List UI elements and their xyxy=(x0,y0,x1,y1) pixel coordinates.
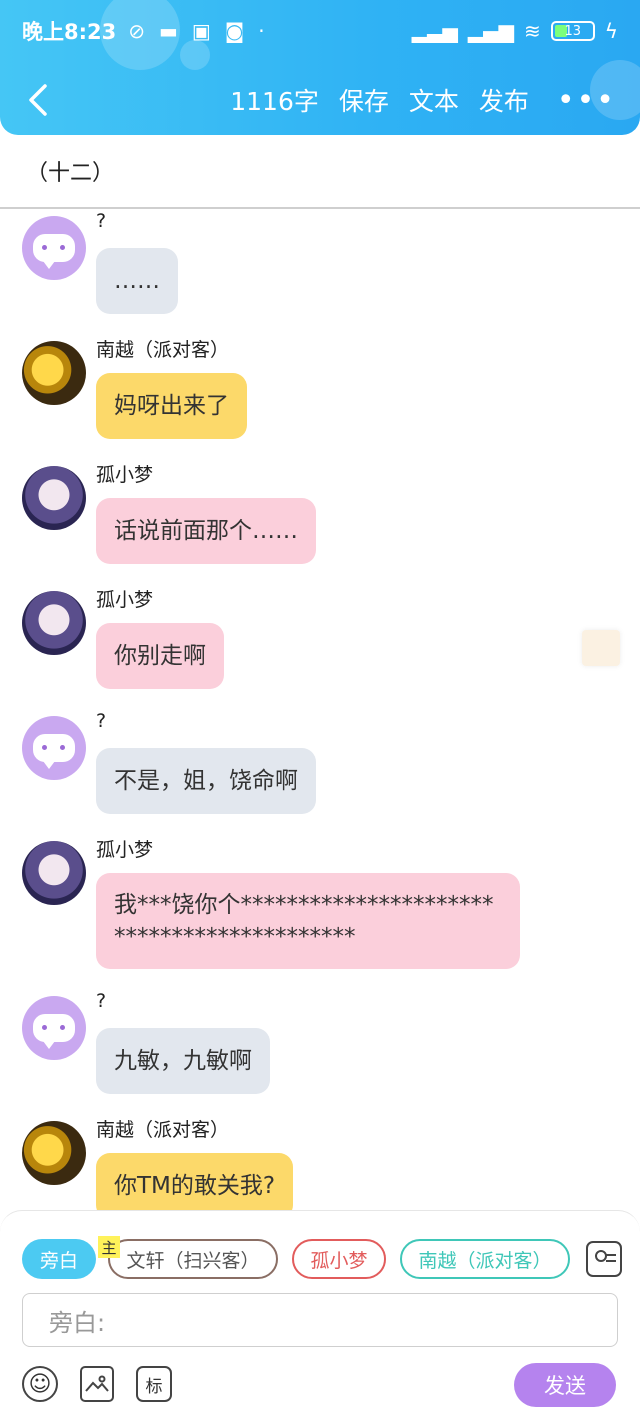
avatar[interactable] xyxy=(22,716,86,780)
top-toolbar: 1116字 保存 文本 发布 ••• xyxy=(0,78,640,122)
emoji-icon[interactable]: ☺ xyxy=(22,1366,58,1402)
message-bubble[interactable]: 九敏，九敏啊 xyxy=(96,1028,270,1094)
status-bar: 晚上8:23 ⊘ ▬ ▣ ◙ · ▂▃▅ ▂▄▆ ≋ 13 ϟ xyxy=(22,14,618,48)
avatar[interactable] xyxy=(22,341,86,405)
avatar[interactable] xyxy=(22,1121,86,1185)
role-chip-nanyue[interactable]: 南越（派对客） xyxy=(400,1239,570,1279)
sender-name: 南越（派对客） xyxy=(96,1119,230,1141)
sender-name: ? xyxy=(96,990,107,1012)
message-bubble[interactable]: 妈呀出来了 xyxy=(96,373,247,439)
dot-icon: · xyxy=(258,19,265,43)
gallery-icon: ▣ xyxy=(191,19,211,43)
sender-name: 孤小梦 xyxy=(96,589,154,611)
message-bubble[interactable]: 话说前面那个…… xyxy=(96,498,316,564)
role-chip-guxiaomeng[interactable]: 孤小梦 xyxy=(292,1239,386,1279)
avatar[interactable] xyxy=(22,841,86,905)
message-bubble[interactable]: 我***饶你个*********************************… xyxy=(96,873,520,970)
notification-icon: ▬ xyxy=(159,19,178,43)
message-list: ? …… 南越（派对客） 妈呀出来了 孤小梦 话说前面那个…… 孤小梦 你别走啊… xyxy=(0,210,640,1210)
word-count: 1116字 xyxy=(230,87,319,116)
sender-name: ? xyxy=(96,210,107,232)
signal-icon: ▂▃▅ xyxy=(411,19,458,43)
message-bubble[interactable]: 你TM的敢关我? xyxy=(96,1153,294,1210)
send-button[interactable]: 发送 xyxy=(514,1363,616,1407)
battery-icon: 13 xyxy=(550,21,595,41)
composer-tools: ☺ 标 xyxy=(22,1366,172,1402)
publish-button[interactable]: 发布 xyxy=(479,82,529,118)
signal-hd-icon: ▂▄▆ xyxy=(467,19,515,43)
status-time: 晚上8:23 xyxy=(22,20,117,44)
floating-widget[interactable] xyxy=(582,630,620,666)
charging-icon: ϟ xyxy=(604,19,618,43)
mute-icon: ⊘ xyxy=(128,19,145,43)
message-input[interactable]: 旁白: xyxy=(22,1293,618,1347)
composer-panel: 旁白 文轩（扫兴客） 孤小梦 南越（派对客） 旁白: ☺ 标 发送 xyxy=(0,1210,640,1423)
message-bubble[interactable]: 你别走啊 xyxy=(96,623,224,689)
sender-name: 孤小梦 xyxy=(96,464,154,486)
app-header: 晚上8:23 ⊘ ▬ ▣ ◙ · ▂▃▅ ▂▄▆ ≋ 13 ϟ 1116字 保存… xyxy=(0,0,640,135)
back-button[interactable] xyxy=(20,78,56,122)
message-bubble[interactable]: 不是，姐，饶命啊 xyxy=(96,748,316,814)
tag-button[interactable]: 标 xyxy=(136,1366,172,1402)
main-role-badge: 主 xyxy=(98,1236,120,1258)
role-chip-wenxuan[interactable]: 文轩（扫兴客） xyxy=(108,1239,278,1279)
chapter-title[interactable]: （十二） xyxy=(0,135,640,209)
chevron-left-icon xyxy=(29,84,47,116)
text-button[interactable]: 文本 xyxy=(409,82,459,118)
avatar[interactable] xyxy=(22,996,86,1060)
more-button[interactable]: ••• xyxy=(557,83,616,118)
app-icon: ◙ xyxy=(224,19,245,43)
avatar[interactable] xyxy=(22,591,86,655)
message-bubble[interactable]: …… xyxy=(96,248,178,314)
avatar[interactable] xyxy=(22,216,86,280)
sender-name: 南越（派对客） xyxy=(96,339,230,361)
image-icon[interactable] xyxy=(80,1366,114,1402)
save-button[interactable]: 保存 xyxy=(339,82,389,118)
sender-name: 孤小梦 xyxy=(96,839,154,861)
landscape-icon xyxy=(85,1375,109,1392)
role-manage-icon[interactable] xyxy=(586,1241,622,1277)
wifi-icon: ≋ xyxy=(524,19,541,43)
sender-name: ? xyxy=(96,710,107,732)
role-chip-narrator[interactable]: 旁白 xyxy=(22,1239,96,1279)
avatar[interactable] xyxy=(22,466,86,530)
